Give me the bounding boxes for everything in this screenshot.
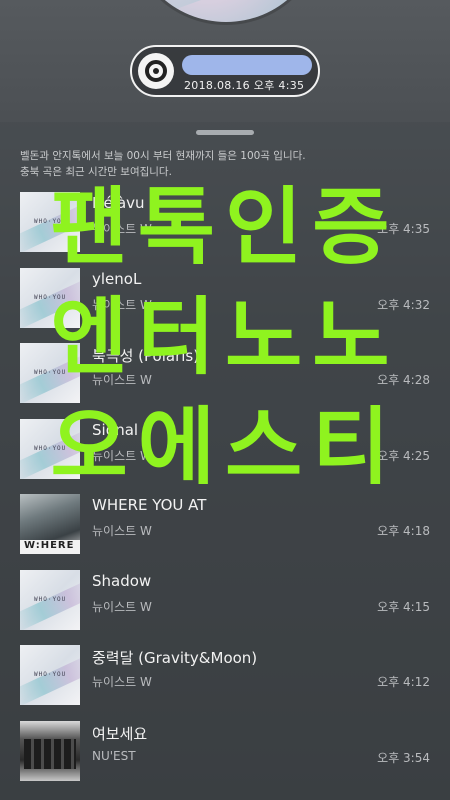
play-time: 오후 4:12: [377, 675, 430, 689]
song-row[interactable]: WHO·YOU 북극성 (Polaris) 뉴이스트 W 오후 4:28: [0, 341, 450, 417]
song-title: ylenoL: [92, 269, 142, 288]
play-time: 오후 4:25: [377, 448, 430, 463]
redacted-username: [182, 55, 312, 75]
song-artist: 뉴이스트 W: [92, 222, 152, 236]
album-art: WHO·YOU: [20, 343, 80, 403]
song-row[interactable]: WHO·YOU 중력달 (Gravity&Moon) 뉴이스트 W 오후 4:1…: [0, 643, 450, 719]
album-art: WHO·YOU: [20, 418, 80, 479]
song-artist: 뉴이스트 W: [92, 448, 152, 463]
song-title: WHERE YOU AT: [92, 496, 207, 514]
play-time: 오후 4:18: [377, 524, 430, 538]
drag-handle[interactable]: [196, 130, 254, 135]
song-row[interactable]: 여보세요 NU'EST 오후 3:54: [0, 719, 450, 795]
song-title: 여보세요: [92, 724, 148, 743]
album-art: WHO·YOU: [20, 192, 80, 252]
song-artist: 뉴이스트 W: [92, 524, 152, 538]
app-logo-icon: [138, 53, 174, 89]
album-art: WHO·YOU: [20, 267, 80, 328]
track-stamp-pill: 2018.08.16 오후 4:35: [130, 45, 320, 97]
song-title: 중력달 (Gravity&Moon): [92, 649, 258, 667]
song-artist: 뉴이스트 W: [92, 599, 152, 614]
song-list: WHO·YOU Déjàvu 뉴이스트 W 오후 4:35 WHO·YOU yl…: [0, 190, 450, 794]
song-title: Signal: [92, 420, 139, 439]
song-artist: NU'EST: [92, 748, 136, 763]
album-art: WHO·YOU: [20, 569, 80, 630]
album-art: W:HERE: [20, 494, 80, 554]
album-disc: [130, 0, 322, 22]
history-sheet: 벨돈과 안지톡에서 보늘 00시 부터 현재까지 들은 100곡 입니다. 충북…: [0, 122, 450, 800]
play-time: 오후 4:32: [377, 297, 430, 312]
notice-line-1: 벨돈과 안지톡에서 보늘 00시 부터 현재까지 들은 100곡 입니다.: [20, 150, 306, 162]
play-time: 오후 3:54: [377, 750, 430, 765]
song-artist: 뉴이스트 W: [92, 297, 152, 312]
album-art: [20, 720, 80, 781]
notice-text: 벨돈과 안지톡에서 보늘 00시 부터 현재까지 들은 100곡 입니다. 충북…: [20, 148, 440, 180]
notice-line-2: 충북 곡은 최근 시간만 보여집니다.: [20, 166, 172, 178]
play-time: 오후 4:28: [377, 373, 430, 387]
song-row[interactable]: WHO·YOU Déjàvu 뉴이스트 W 오후 4:35: [0, 190, 450, 266]
song-title: Déjàvu: [92, 194, 145, 212]
song-row[interactable]: W:HERE WHERE YOU AT 뉴이스트 W 오후 4:18: [0, 492, 450, 568]
song-row[interactable]: WHO·YOU Signal 뉴이스트 W 오후 4:25: [0, 417, 450, 493]
song-artist: 뉴이스트 W: [92, 675, 152, 689]
play-time: 오후 4:35: [377, 222, 430, 236]
song-row[interactable]: WHO·YOU ylenoL 뉴이스트 W 오후 4:32: [0, 266, 450, 342]
song-artist: 뉴이스트 W: [92, 373, 152, 387]
song-row[interactable]: WHO·YOU Shadow 뉴이스트 W 오후 4:15: [0, 568, 450, 644]
album-art: WHO·YOU: [20, 645, 80, 705]
timestamp: 2018.08.16 오후 4:35: [184, 79, 305, 92]
song-title: 북극성 (Polaris): [92, 347, 200, 365]
song-title: Shadow: [92, 571, 152, 590]
play-time: 오후 4:15: [377, 599, 430, 614]
